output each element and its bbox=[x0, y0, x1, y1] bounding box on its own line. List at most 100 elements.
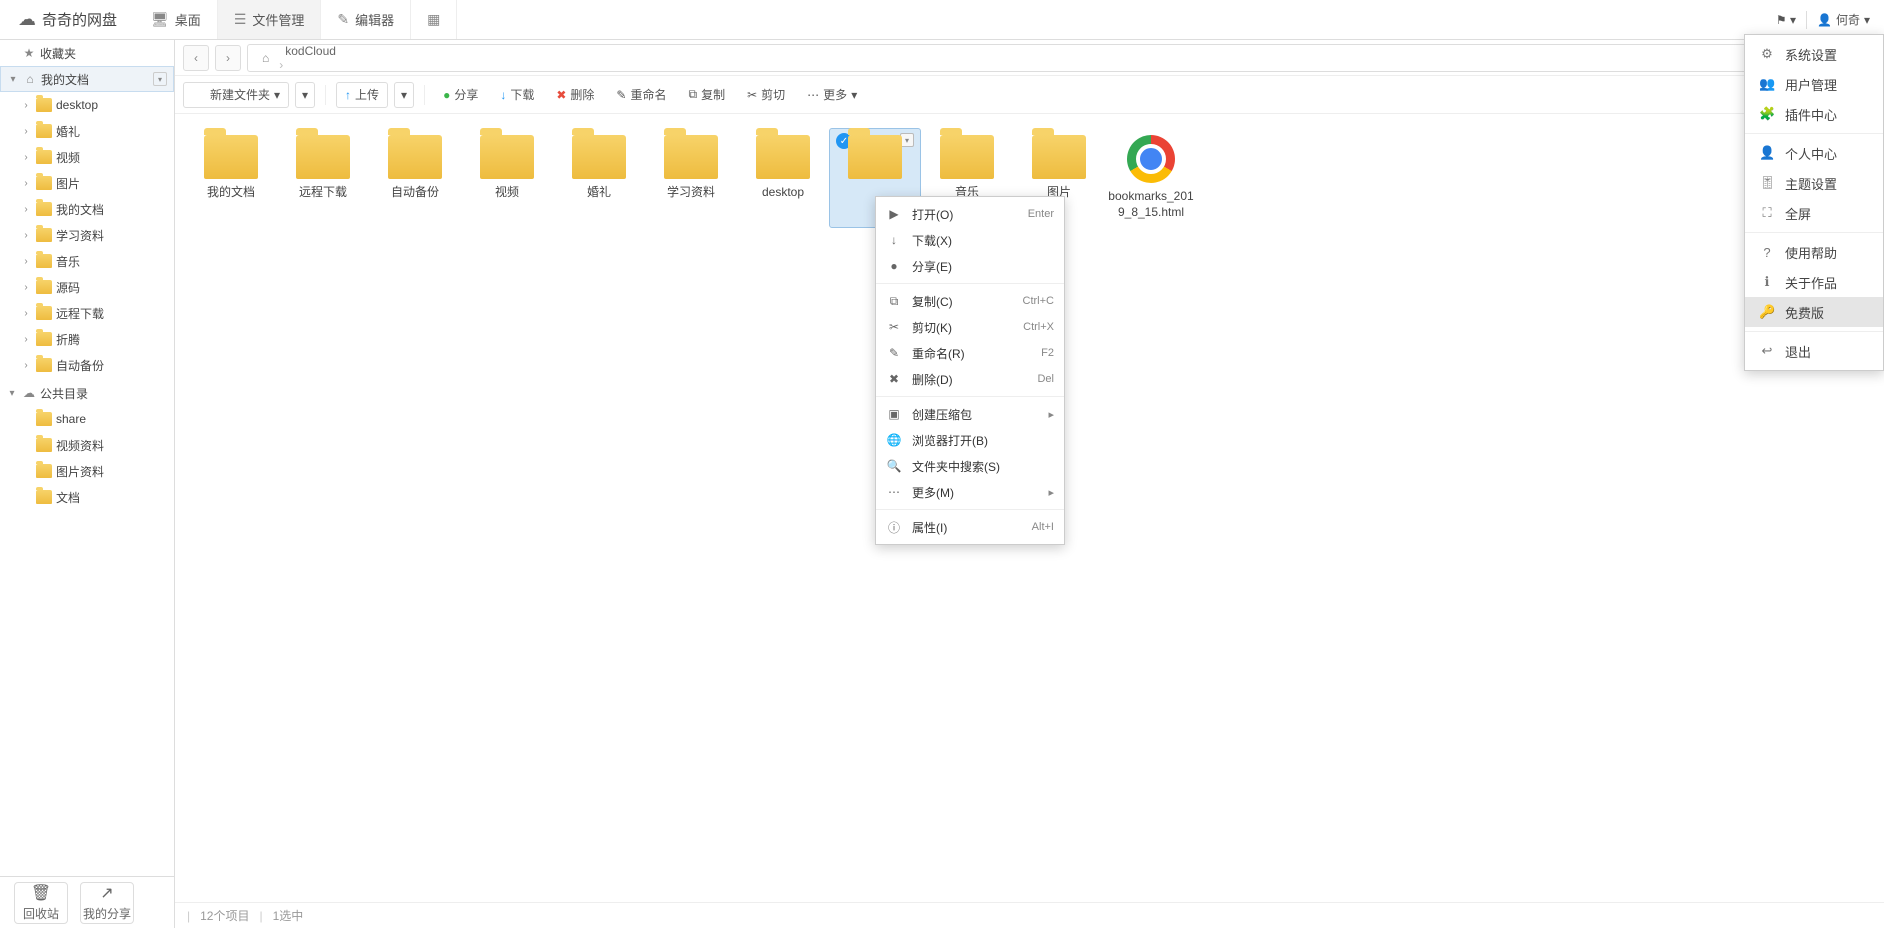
recycle-bin-button[interactable]: 🗑 回收站 bbox=[14, 882, 68, 924]
folder-icon bbox=[36, 358, 52, 372]
ctx-more[interactable]: ⋯更多(M)▸ bbox=[876, 479, 1064, 505]
sidebar-item[interactable]: ›desktop bbox=[0, 92, 174, 118]
folder-icon bbox=[36, 176, 52, 190]
sidebar-item[interactable]: ›音乐 bbox=[0, 248, 174, 274]
breadcrumb-home[interactable]: ⌂ bbox=[254, 45, 277, 71]
chevron-right-icon: › bbox=[20, 282, 32, 293]
flag-icon[interactable]: ⚑ ▾ bbox=[1776, 13, 1796, 27]
menu-about[interactable]: ℹ关于作品 bbox=[1745, 267, 1883, 297]
nav-back-button[interactable]: ‹ bbox=[183, 45, 209, 71]
menu-system-settings[interactable]: ⚙系统设置 bbox=[1745, 39, 1883, 69]
chevron-down-icon: ▾ bbox=[851, 88, 857, 102]
copy-button[interactable]: ⧉复制 bbox=[681, 82, 734, 108]
file-item[interactable]: 学习资料 bbox=[645, 128, 737, 228]
tab-apps[interactable]: ▦ bbox=[411, 0, 457, 39]
submenu-icon: ▸ bbox=[1048, 408, 1054, 421]
menu-plugins[interactable]: 🧩插件中心 bbox=[1745, 99, 1883, 129]
file-item[interactable]: desktop bbox=[737, 128, 829, 228]
key-icon: 🔑 bbox=[1759, 304, 1775, 320]
more-icon: ⋯ bbox=[886, 485, 902, 499]
sidebar-item[interactable]: ›视频 bbox=[0, 144, 174, 170]
ctx-search[interactable]: 🔍文件夹中搜索(S) bbox=[876, 453, 1064, 479]
sidebar-item[interactable]: ›源码 bbox=[0, 274, 174, 300]
hint: Del bbox=[1037, 373, 1054, 385]
download-button[interactable]: ↓下载 bbox=[492, 82, 542, 108]
ctx-cut[interactable]: ✂剪切(K)Ctrl+X bbox=[876, 314, 1064, 340]
sidebar-label: 公共目录 bbox=[40, 385, 168, 402]
label: 复制 bbox=[701, 86, 725, 103]
sidebar-item[interactable]: ›图片 bbox=[0, 170, 174, 196]
ctx-download[interactable]: ↓下载(X) bbox=[876, 227, 1064, 253]
file-item[interactable]: 自动备份 bbox=[369, 128, 461, 228]
upload-button[interactable]: ↑上传 bbox=[336, 82, 388, 108]
sidebar-item[interactable]: share bbox=[0, 406, 174, 432]
upload-split[interactable]: ▾ bbox=[394, 82, 414, 108]
folder-icon bbox=[36, 228, 52, 242]
menu-free-version[interactable]: 🔑 免费版 bbox=[1745, 297, 1883, 327]
chevron-down-icon: ▾ bbox=[274, 88, 280, 102]
hint: Ctrl+X bbox=[1023, 321, 1054, 333]
share-button[interactable]: ●分享 bbox=[435, 82, 486, 108]
ctx-properties[interactable]: ⓘ属性(I)Alt+I bbox=[876, 514, 1064, 540]
menu-logout[interactable]: ↩退出 bbox=[1745, 336, 1883, 366]
sidebar-favorites[interactable]: ★ 收藏夹 bbox=[0, 40, 174, 66]
sidebar-item[interactable]: 视频资料 bbox=[0, 432, 174, 458]
brand: ☁ 奇奇的网盘 bbox=[0, 0, 135, 39]
dropdown-icon[interactable]: ▾ bbox=[153, 72, 167, 86]
sidebar-public[interactable]: ▾ ☁ 公共目录 bbox=[0, 380, 174, 406]
menu-user-manage[interactable]: 👥用户管理 bbox=[1745, 69, 1883, 99]
archive-icon: ▣ bbox=[886, 407, 902, 421]
folder-icon bbox=[388, 135, 442, 179]
user-menu-trigger[interactable]: 👤 何奇 ▾ bbox=[1817, 11, 1870, 28]
my-share-button[interactable]: ↗ 我的分享 bbox=[80, 882, 134, 924]
brand-text: 奇奇的网盘 bbox=[42, 9, 117, 30]
file-grid[interactable]: 我的文档远程下载自动备份视频婚礼学习资料desktop✓▾音乐图片bookmar… bbox=[175, 114, 1884, 902]
file-item[interactable]: bookmarks_2019_8_15.html bbox=[1105, 128, 1197, 228]
nav-forward-button[interactable]: › bbox=[215, 45, 241, 71]
sidebar-item[interactable]: ›自动备份 bbox=[0, 352, 174, 378]
menu-theme[interactable]: 🎚主题设置 bbox=[1745, 168, 1883, 198]
item-menu-icon[interactable]: ▾ bbox=[900, 133, 914, 147]
sidebar-item[interactable]: ›折腾 bbox=[0, 326, 174, 352]
more-button[interactable]: ⋯更多▾ bbox=[799, 82, 865, 108]
sidebar-item[interactable]: ›我的文档 bbox=[0, 196, 174, 222]
menu-help[interactable]: ?使用帮助 bbox=[1745, 237, 1883, 267]
cut-button[interactable]: ✂剪切 bbox=[739, 82, 793, 108]
delete-button[interactable]: ✖删除 bbox=[548, 82, 602, 108]
label: 剪切 bbox=[761, 86, 785, 103]
ctx-rename[interactable]: ✎重命名(R)F2 bbox=[876, 340, 1064, 366]
menu-profile[interactable]: 👤个人中心 bbox=[1745, 138, 1883, 168]
label: 上传 bbox=[355, 86, 379, 103]
rename-icon: ✎ bbox=[886, 346, 902, 360]
ctx-zip[interactable]: ▣创建压缩包▸ bbox=[876, 401, 1064, 427]
ctx-open[interactable]: ▶打开(O)Enter bbox=[876, 201, 1064, 227]
tab-file-manager[interactable]: ☰ 文件管理 bbox=[218, 0, 322, 39]
delete-icon: ✖ bbox=[886, 372, 902, 386]
sidebar-item[interactable]: ›学习资料 bbox=[0, 222, 174, 248]
file-item[interactable]: 视频 bbox=[461, 128, 553, 228]
sidebar-item[interactable]: ›远程下载 bbox=[0, 300, 174, 326]
user-name: 何奇 bbox=[1836, 11, 1860, 28]
new-folder-split[interactable]: ▾ bbox=[295, 82, 315, 108]
ctx-browser[interactable]: 🌐浏览器打开(B) bbox=[876, 427, 1064, 453]
breadcrumb-item[interactable]: kodCloud bbox=[277, 44, 382, 58]
tab-desktop[interactable]: 🖥 桌面 bbox=[135, 0, 218, 39]
sidebar-my-documents[interactable]: ▾ ⌂ 我的文档 ▾ bbox=[0, 66, 174, 92]
chevron-right-icon: › bbox=[20, 204, 32, 215]
sidebar-item-label: desktop bbox=[56, 98, 168, 112]
file-item[interactable]: 我的文档 bbox=[185, 128, 277, 228]
file-item[interactable]: 远程下载 bbox=[277, 128, 369, 228]
label: 属性(I) bbox=[912, 519, 1022, 536]
rename-button[interactable]: ✎重命名 bbox=[608, 82, 674, 108]
menu-fullscreen[interactable]: ⛶全屏 bbox=[1745, 198, 1883, 228]
file-item[interactable]: 婚礼 bbox=[553, 128, 645, 228]
sidebar-item[interactable]: 文档 bbox=[0, 484, 174, 510]
menu-label: 免费版 bbox=[1785, 303, 1824, 322]
sidebar-item[interactable]: 图片资料 bbox=[0, 458, 174, 484]
new-folder-button[interactable]: 新建文件夹▾ bbox=[183, 82, 289, 108]
ctx-share[interactable]: ●分享(E) bbox=[876, 253, 1064, 279]
sidebar-item[interactable]: ›婚礼 bbox=[0, 118, 174, 144]
tab-editor[interactable]: ✎ 编辑器 bbox=[321, 0, 411, 39]
ctx-copy[interactable]: ⧉复制(C)Ctrl+C bbox=[876, 288, 1064, 314]
ctx-delete[interactable]: ✖删除(D)Del bbox=[876, 366, 1064, 392]
